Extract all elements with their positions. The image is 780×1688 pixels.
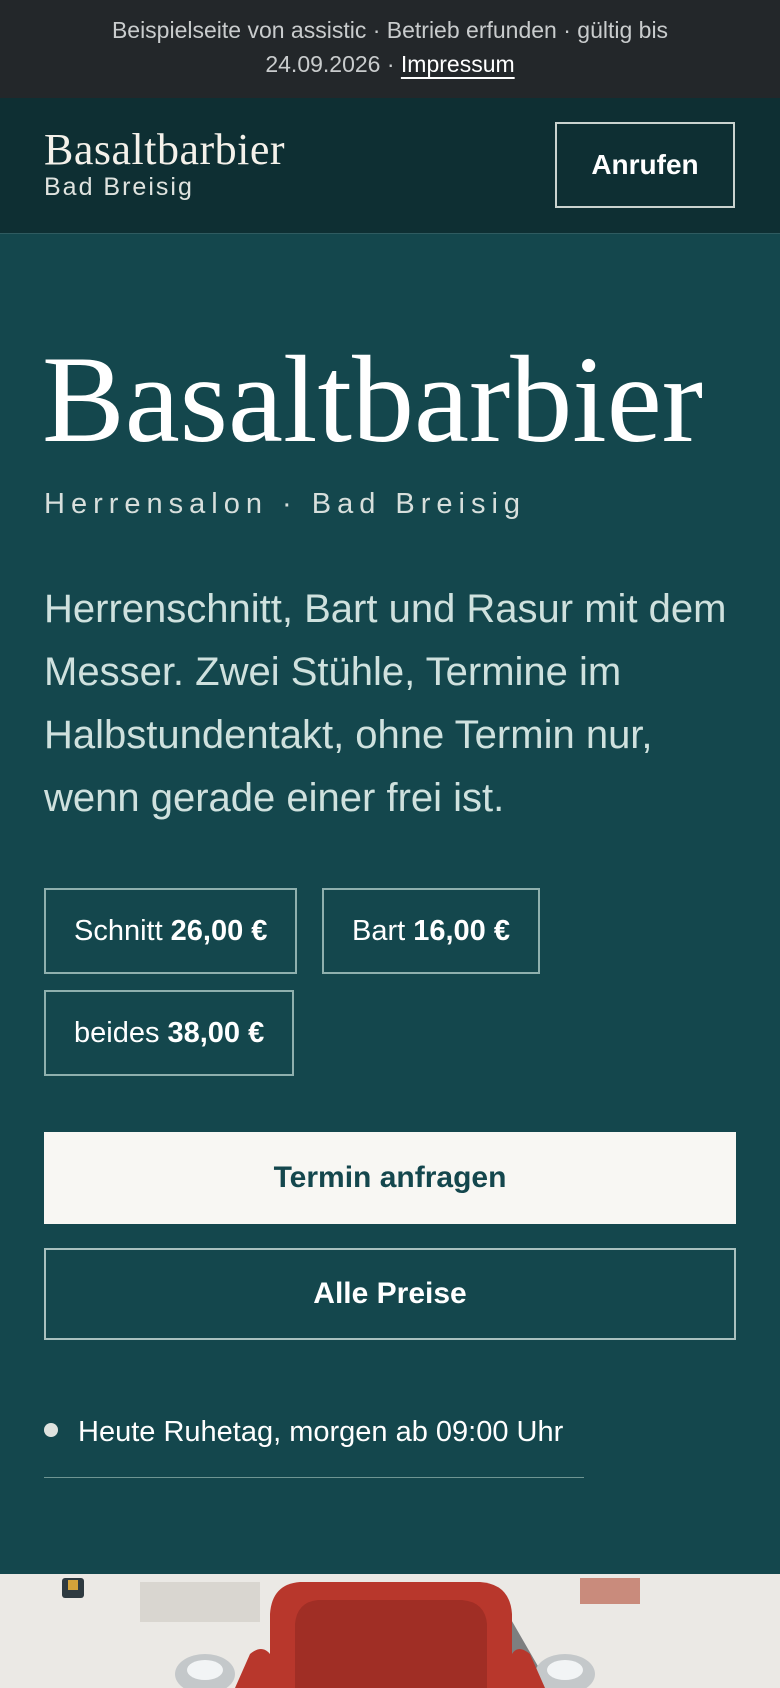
price-amount: 26,00 € [170,914,268,947]
status-dot-icon [44,1423,58,1437]
price-label: beides [74,1016,160,1049]
demo-notice-date: 24.09.2026 · [265,51,401,77]
call-button[interactable]: Anrufen [555,122,735,208]
price-tag-bart: Bart 16,00 € [322,888,540,974]
brand-location: Bad Breisig [44,173,194,201]
imprint-link[interactable]: Impressum [401,51,515,77]
price-label: Bart [352,914,406,947]
demo-notice-line1: Beispielseite von assistic · Betrieb erf… [111,17,669,43]
status-text: Heute Ruhetag, morgen ab 09:00 Uhr [78,1416,564,1448]
hero-description: Herrenschnitt, Bart und Rasur mit dem Me… [44,587,727,820]
price-tag-schnitt: Schnitt 26,00 € [44,888,298,974]
all-prices-button[interactable]: Alle Preise [44,1248,736,1340]
price-tag-beides: beides 38,00 € [44,990,295,1076]
barber-chair-illustration [0,1574,780,1688]
demo-notice-line2: 24.09.2026 · Impressum [0,47,780,81]
demo-notice-bar: Beispielseite von assistic · Betrieb erf… [0,0,780,98]
site-header: Basaltbarbier Bad Breisig Anrufen [0,98,780,234]
opening-status: Heute Ruhetag, morgen ab 09:00 Uhr [44,1412,584,1478]
hero-subtitle: Herrensalon · Bad Breisig [44,488,527,520]
price-label: Schnitt [74,914,163,947]
hero-title: Basaltbarbier [42,331,704,468]
barber-chair-photo [0,1574,780,1688]
price-amount: 38,00 € [167,1016,265,1049]
price-amount: 16,00 € [413,914,510,947]
brand-name[interactable]: Basaltbarbier [44,126,285,174]
request-appointment-button[interactable]: Termin anfragen [44,1132,736,1224]
